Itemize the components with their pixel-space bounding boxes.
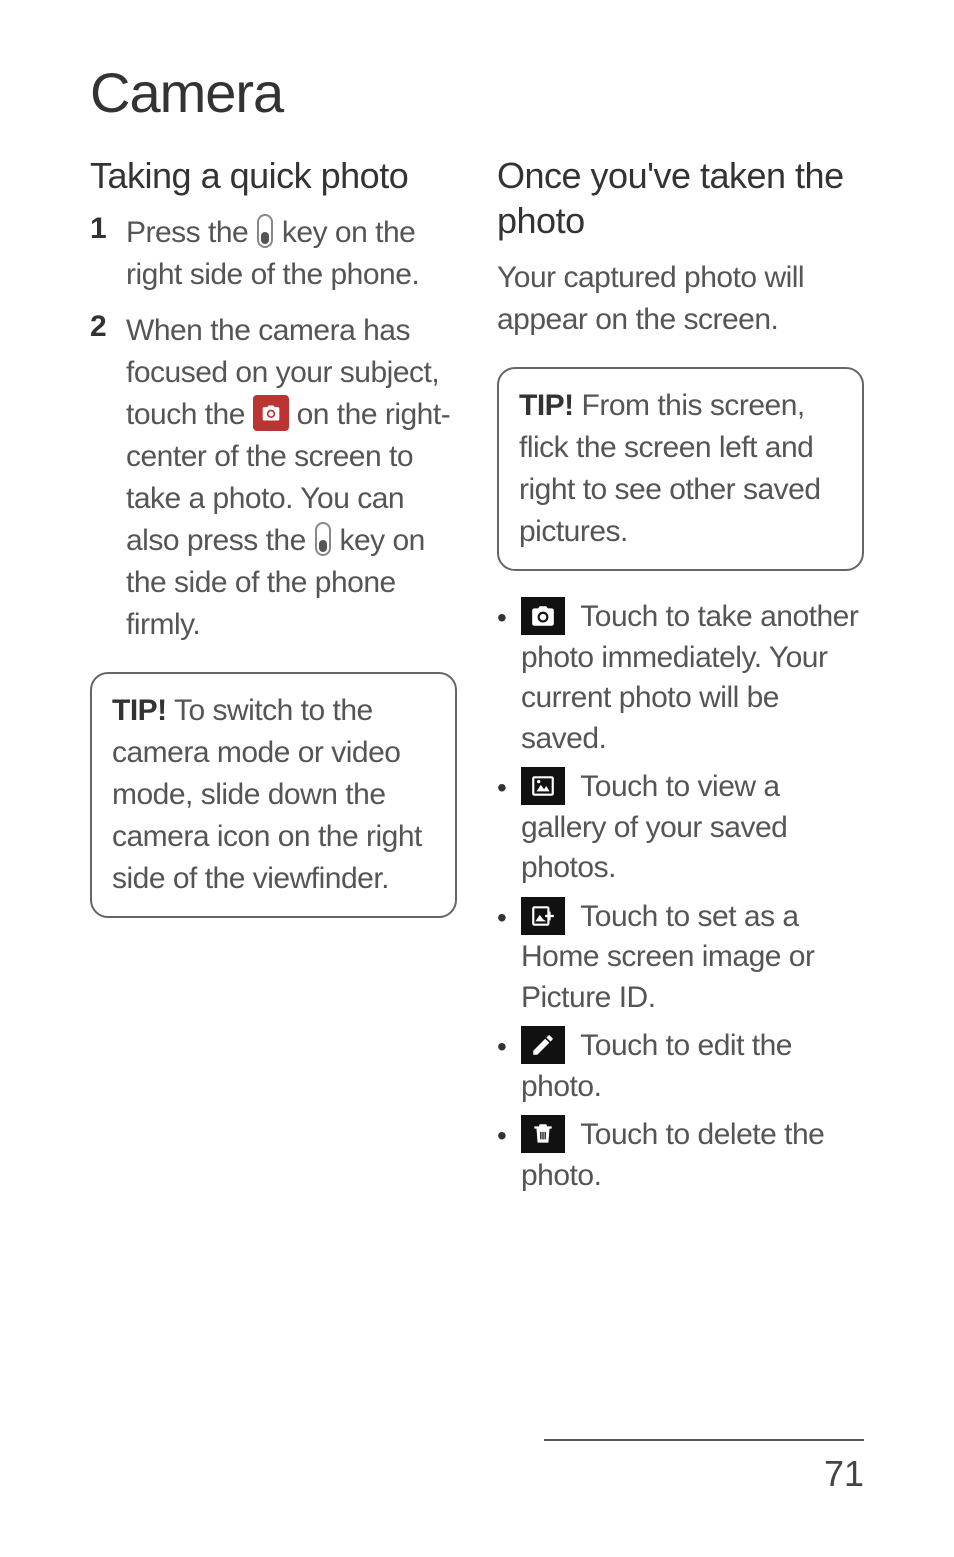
bullet-dot: • bbox=[497, 1115, 521, 1157]
step-body: When the camera has focused on your subj… bbox=[126, 310, 457, 646]
step-1: 1 Press the key on the right side of the… bbox=[90, 212, 457, 296]
step-number: 2 bbox=[90, 310, 126, 344]
list-item: • Touch to take another photo immediatel… bbox=[497, 597, 864, 759]
step-2: 2 When the camera has focused on your su… bbox=[90, 310, 457, 646]
list-item: • Touch to edit the photo. bbox=[497, 1026, 864, 1107]
tip-text: TIP! From this screen, flick the screen … bbox=[519, 385, 842, 553]
bullet-body: Touch to view a gallery of your saved ph… bbox=[521, 767, 864, 889]
page-number: 71 bbox=[824, 1453, 864, 1495]
list-item: • Touch to view a gallery of your saved … bbox=[497, 767, 864, 889]
tip-box-right: TIP! From this screen, flick the screen … bbox=[497, 367, 864, 571]
side-key-icon bbox=[256, 214, 274, 248]
tip-label: TIP! bbox=[112, 694, 167, 727]
left-heading: Taking a quick photo bbox=[90, 153, 457, 198]
step-number: 1 bbox=[90, 212, 126, 246]
tip-label: TIP! bbox=[519, 389, 574, 422]
step-1-pre: Press the bbox=[126, 216, 256, 249]
bullet-dot: • bbox=[497, 1026, 521, 1068]
bullet-body: Touch to edit the photo. bbox=[521, 1026, 864, 1107]
columns: Taking a quick photo 1 Press the key on … bbox=[90, 153, 864, 1204]
tip-text: TIP! To switch to the camera mode or vid… bbox=[112, 690, 435, 900]
side-key-icon bbox=[314, 522, 332, 556]
list-item: • Touch to delete the photo. bbox=[497, 1115, 864, 1196]
step-body: Press the key on the right side of the p… bbox=[126, 212, 457, 296]
right-heading: Once you've taken the photo bbox=[497, 153, 864, 243]
bullet-list: • Touch to take another photo immediatel… bbox=[497, 597, 864, 1196]
bullet-dot: • bbox=[497, 897, 521, 939]
bullet-dot: • bbox=[497, 597, 521, 639]
shutter-icon bbox=[253, 395, 289, 431]
left-column: Taking a quick photo 1 Press the key on … bbox=[90, 153, 457, 1204]
camera-icon bbox=[521, 597, 565, 635]
delete-icon bbox=[521, 1115, 565, 1153]
bullet-body: Touch to set as a Home screen image or P… bbox=[521, 897, 864, 1019]
footer-rule bbox=[544, 1439, 864, 1441]
bullet-dot: • bbox=[497, 767, 521, 809]
bullet-text: Touch to take another photo immediately.… bbox=[521, 600, 858, 755]
list-item: • Touch to set as a Home screen image or… bbox=[497, 897, 864, 1019]
page: Camera Taking a quick photo 1 Press the … bbox=[0, 0, 954, 1204]
bullet-text: Touch to set as a Home screen image or P… bbox=[521, 900, 814, 1014]
bullet-body: Touch to take another photo immediately.… bbox=[521, 597, 864, 759]
right-column: Once you've taken the photo Your capture… bbox=[497, 153, 864, 1204]
bullet-body: Touch to delete the photo. bbox=[521, 1115, 864, 1196]
edit-icon bbox=[521, 1026, 565, 1064]
tip-box-left: TIP! To switch to the camera mode or vid… bbox=[90, 672, 457, 918]
right-intro: Your captured photo will appear on the s… bbox=[497, 257, 864, 341]
page-title: Camera bbox=[90, 60, 864, 125]
bullet-text: Touch to delete the photo. bbox=[521, 1118, 824, 1192]
gallery-icon bbox=[521, 767, 565, 805]
set-as-icon bbox=[521, 897, 565, 935]
